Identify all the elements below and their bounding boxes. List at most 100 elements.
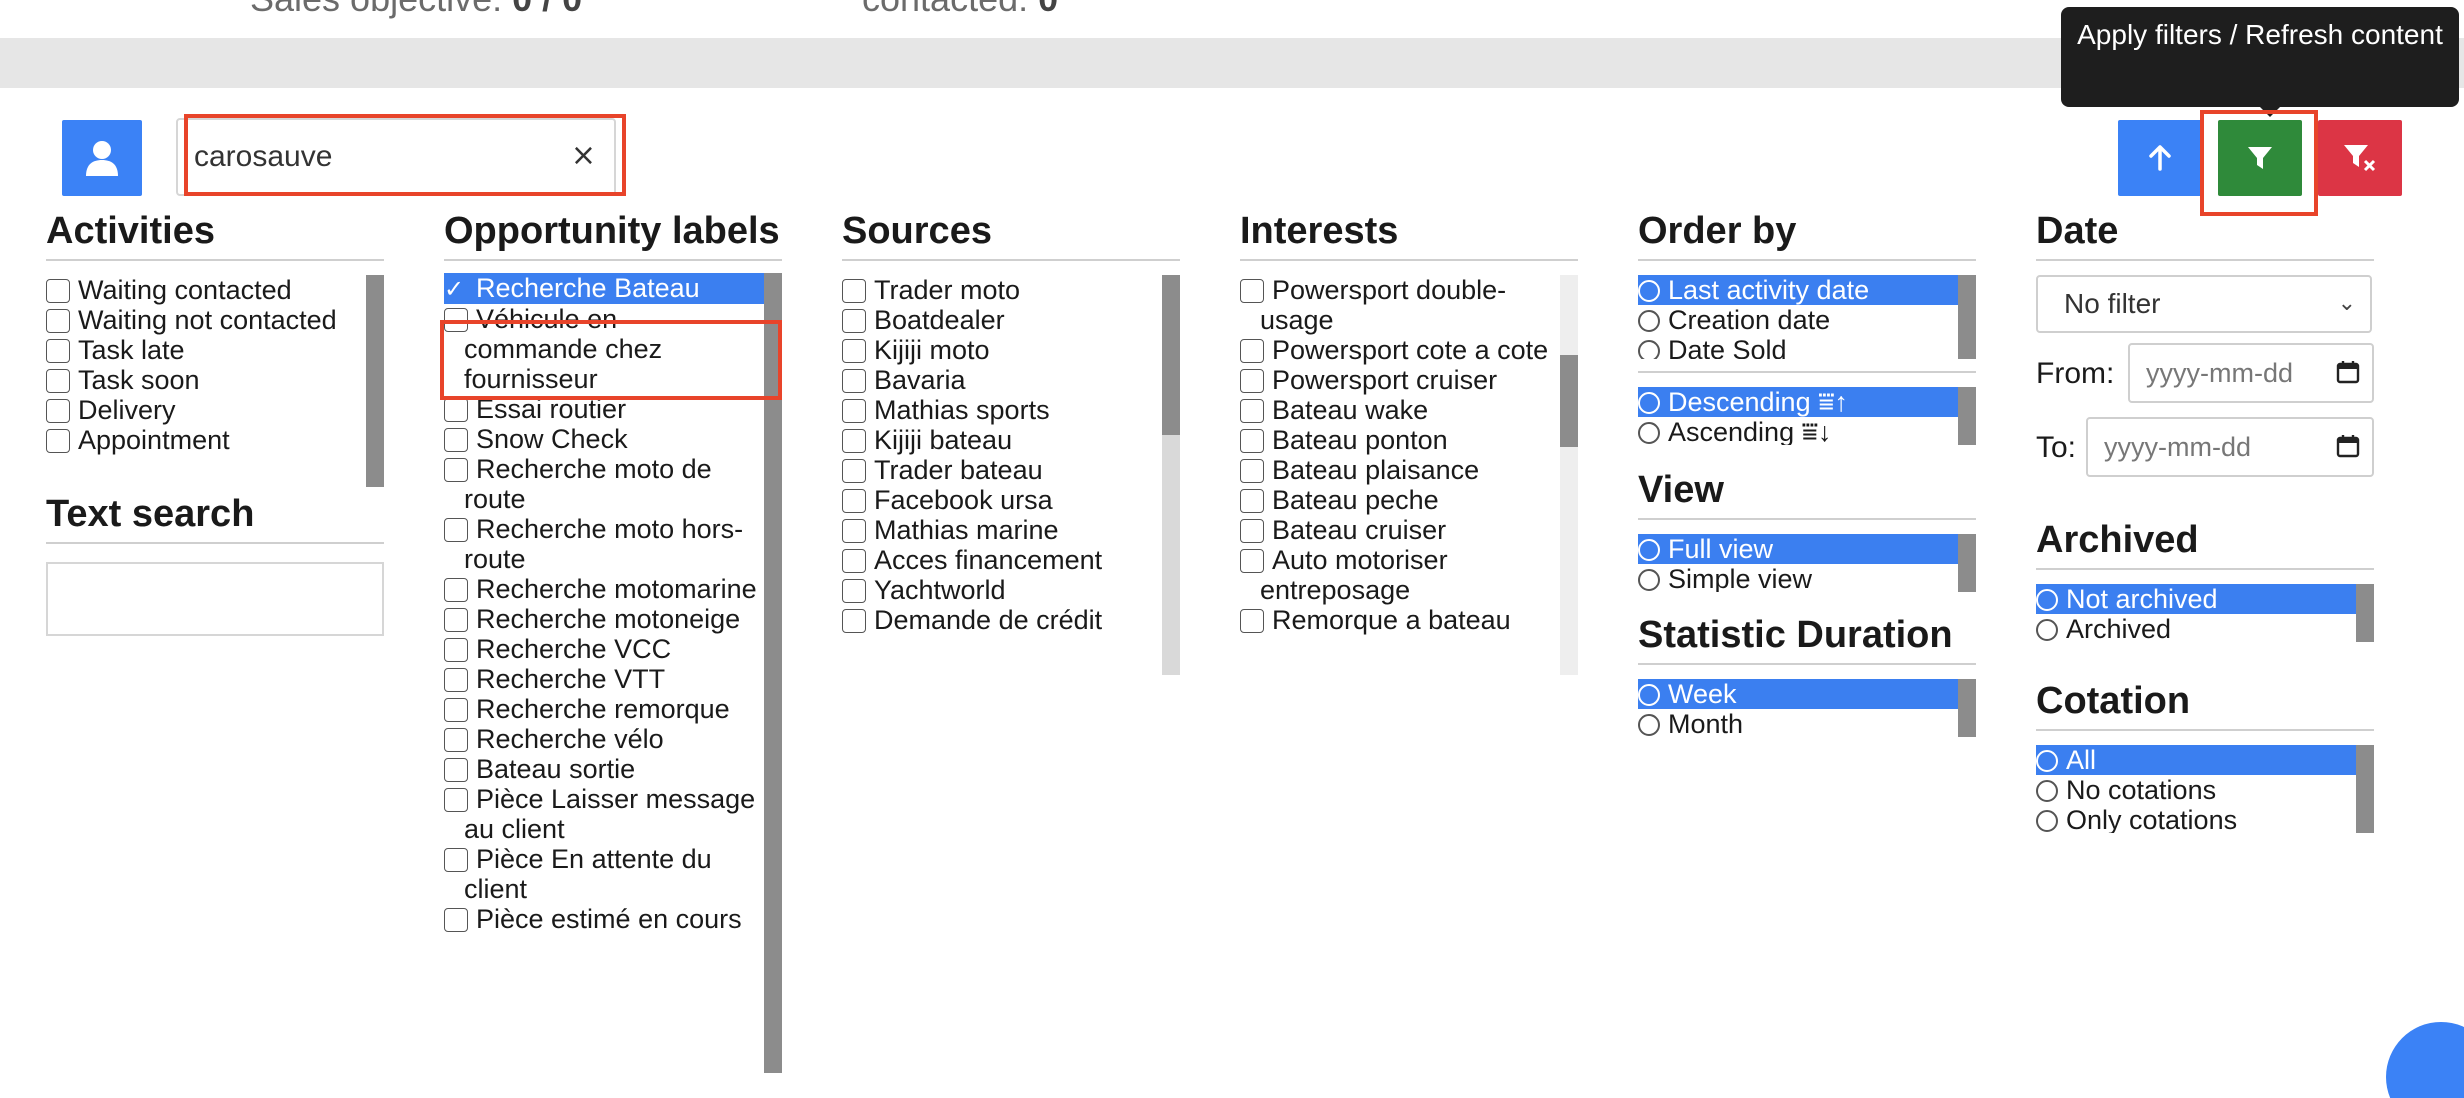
list-item[interactable]: Appointment bbox=[46, 425, 384, 455]
radio[interactable] bbox=[1638, 340, 1660, 359]
list-item[interactable]: Trader bateau bbox=[842, 455, 1180, 485]
option[interactable]: Only cotations bbox=[2036, 805, 2374, 833]
interests-list[interactable]: Powersport double-usage Powersport cote … bbox=[1240, 275, 1578, 675]
list-item[interactable]: Pièce En attente du client bbox=[444, 844, 782, 904]
list-item[interactable]: Bateau sortie bbox=[444, 754, 782, 784]
chat-widget-button[interactable] bbox=[2386, 1022, 2464, 1098]
list-item[interactable]: Acces financement bbox=[842, 545, 1180, 575]
checkbox[interactable] bbox=[46, 369, 70, 393]
user-search-input[interactable] bbox=[194, 134, 544, 180]
list-item[interactable]: Mathias sports bbox=[842, 395, 1180, 425]
radio[interactable] bbox=[1638, 280, 1660, 302]
scrollbar[interactable] bbox=[1958, 387, 1976, 445]
cotation-list[interactable]: All No cotations Only cotations bbox=[2036, 745, 2374, 833]
activities-list[interactable]: Waiting contacted Waiting not contacted … bbox=[46, 275, 384, 487]
scrollbar[interactable] bbox=[2356, 745, 2374, 833]
radio[interactable] bbox=[2036, 780, 2058, 802]
checkbox[interactable] bbox=[842, 489, 866, 513]
checkbox[interactable] bbox=[842, 429, 866, 453]
checkbox[interactable] bbox=[46, 339, 70, 363]
option-selected[interactable]: Week bbox=[1638, 679, 1976, 709]
checkbox[interactable] bbox=[1240, 429, 1264, 453]
checkbox[interactable] bbox=[444, 608, 468, 632]
checkbox[interactable] bbox=[1240, 489, 1264, 513]
list-item[interactable]: Waiting not contacted bbox=[46, 305, 384, 335]
scrollbar[interactable] bbox=[2356, 584, 2374, 642]
list-item[interactable]: Task soon bbox=[46, 365, 384, 395]
list-item[interactable]: Recherche motoneige bbox=[444, 604, 782, 634]
list-item[interactable]: Recherche VTT bbox=[444, 664, 782, 694]
option[interactable]: Ascending ⩸↓ bbox=[1638, 417, 1976, 445]
scrollbar-thumb[interactable] bbox=[1162, 275, 1180, 435]
checkbox[interactable] bbox=[1240, 339, 1264, 363]
checkbox[interactable] bbox=[1240, 609, 1264, 633]
checkbox[interactable] bbox=[444, 668, 468, 692]
archived-list[interactable]: Not archived Archived bbox=[2036, 584, 2374, 642]
list-item[interactable]: Pièce estimé en cours bbox=[444, 904, 782, 934]
scrollbar[interactable] bbox=[366, 275, 384, 487]
option-selected[interactable]: All bbox=[2036, 745, 2374, 775]
checkbox[interactable] bbox=[1240, 459, 1264, 483]
checkbox[interactable] bbox=[842, 579, 866, 603]
list-item[interactable]: Bavaria bbox=[842, 365, 1180, 395]
scrollbar[interactable] bbox=[1958, 534, 1976, 592]
checkbox[interactable] bbox=[842, 459, 866, 483]
checkbox[interactable] bbox=[444, 848, 468, 872]
checkbox[interactable] bbox=[1240, 549, 1264, 573]
from-date-input[interactable]: yyyy-mm-dd bbox=[2128, 343, 2374, 403]
sources-list[interactable]: Trader moto Boatdealer Kijiji moto Bavar… bbox=[842, 275, 1180, 675]
scrollbar[interactable] bbox=[1958, 679, 1976, 737]
checkbox[interactable] bbox=[444, 308, 468, 332]
list-item[interactable]: Powersport double-usage bbox=[1240, 275, 1578, 335]
checkbox[interactable] bbox=[444, 458, 468, 482]
list-item-selected[interactable]: ✓ Recherche Bateau bbox=[444, 273, 782, 304]
list-item[interactable]: Facebook ursa bbox=[842, 485, 1180, 515]
date-filter-select[interactable]: No filter ⌄ bbox=[2036, 275, 2372, 333]
checkbox[interactable] bbox=[1240, 369, 1264, 393]
scrollbar[interactable] bbox=[1560, 275, 1578, 675]
scrollbar[interactable] bbox=[1162, 275, 1180, 675]
scroll-up-button[interactable] bbox=[2118, 120, 2202, 196]
radio[interactable] bbox=[1638, 714, 1660, 736]
checkbox[interactable] bbox=[842, 519, 866, 543]
order-field-list[interactable]: Last activity date Creation date Date So… bbox=[1638, 275, 1976, 359]
list-item[interactable]: Recherche motomarine bbox=[444, 574, 782, 604]
opportunity-labels-list[interactable]: ✓ Recherche Bateau Véhicule en commande c… bbox=[444, 273, 782, 1073]
checkbox[interactable] bbox=[444, 398, 468, 422]
scrollbar[interactable] bbox=[764, 273, 782, 1073]
checkbox[interactable] bbox=[444, 428, 468, 452]
list-item[interactable]: Recherche vélo bbox=[444, 724, 782, 754]
checkbox[interactable] bbox=[842, 399, 866, 423]
option[interactable]: Date Sold bbox=[1638, 335, 1976, 359]
option[interactable]: Creation date bbox=[1638, 305, 1976, 335]
list-item[interactable]: Powersport cruiser bbox=[1240, 365, 1578, 395]
list-item[interactable]: Bateau cruiser bbox=[1240, 515, 1578, 545]
list-item[interactable]: Kijiji moto bbox=[842, 335, 1180, 365]
list-item[interactable]: Essai routier bbox=[444, 394, 782, 424]
list-item[interactable]: Powersport cote a cote bbox=[1240, 335, 1578, 365]
list-item[interactable]: Remorque a bateau bbox=[1240, 605, 1578, 635]
checkbox[interactable] bbox=[842, 339, 866, 363]
user-filter-button[interactable] bbox=[62, 120, 142, 196]
checkbox[interactable] bbox=[46, 399, 70, 423]
list-item[interactable]: Delivery bbox=[46, 395, 384, 425]
clear-filters-button[interactable] bbox=[2318, 120, 2402, 196]
checkbox[interactable] bbox=[46, 279, 70, 303]
list-item[interactable]: Bateau wake bbox=[1240, 395, 1578, 425]
clear-search-icon[interactable]: × bbox=[571, 138, 596, 173]
checkbox[interactable] bbox=[46, 429, 70, 453]
checkbox[interactable] bbox=[46, 309, 70, 333]
calendar-icon[interactable] bbox=[2336, 360, 2360, 384]
option-selected[interactable]: Last activity date bbox=[1638, 275, 1976, 305]
checkbox[interactable] bbox=[444, 908, 468, 932]
radio[interactable] bbox=[1638, 539, 1660, 561]
list-item[interactable]: Bateau peche bbox=[1240, 485, 1578, 515]
text-search-input[interactable] bbox=[46, 562, 384, 636]
option[interactable]: Archived bbox=[2036, 614, 2374, 642]
view-list[interactable]: Full view Simple view bbox=[1638, 534, 1976, 592]
list-item[interactable]: Task late bbox=[46, 335, 384, 365]
option[interactable]: Month bbox=[1638, 709, 1976, 737]
radio[interactable] bbox=[1638, 684, 1660, 706]
list-item[interactable]: Yachtworld bbox=[842, 575, 1180, 605]
list-item[interactable]: Recherche moto de route bbox=[444, 454, 782, 514]
